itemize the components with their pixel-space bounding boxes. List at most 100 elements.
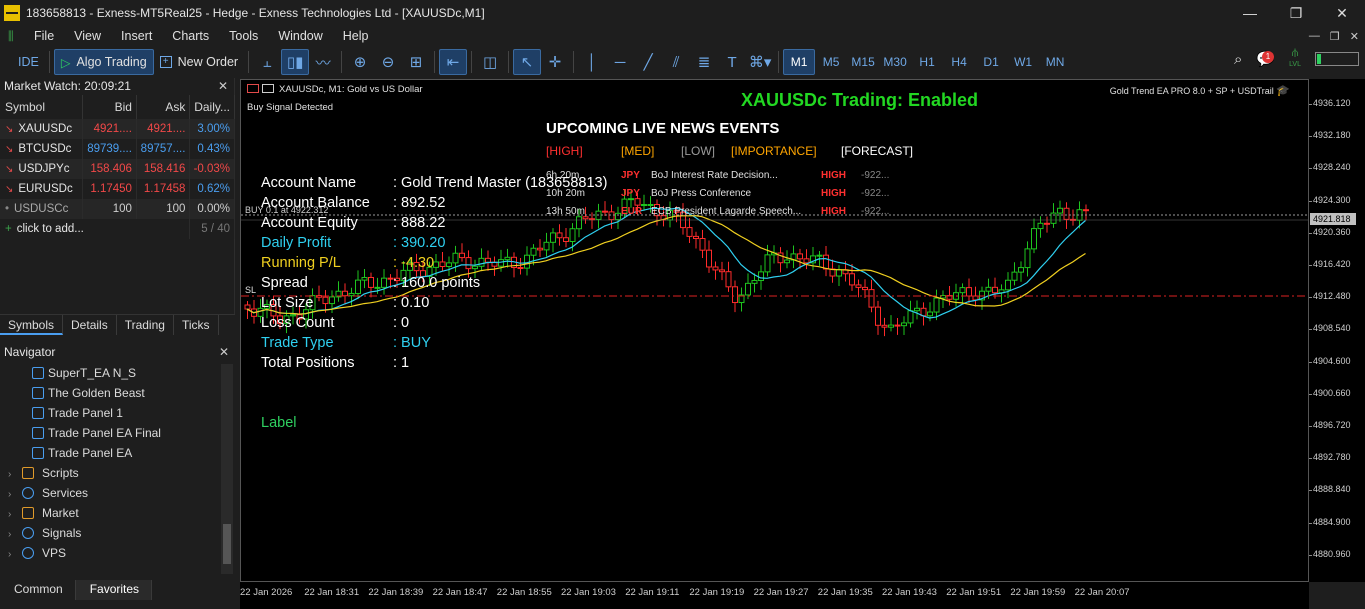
- table-row[interactable]: ↘ USDJPYc 158.406 158.416 -0.03%: [0, 159, 235, 179]
- crosshair-icon[interactable]: ✛: [541, 49, 569, 75]
- time-axis[interactable]: 22 Jan 2026 22 Jan 18:31 22 Jan 18:39 22 Ja…: [240, 582, 1309, 609]
- column-symbol[interactable]: Symbol: [0, 95, 84, 119]
- column-bid[interactable]: Bid: [82, 95, 137, 119]
- table-row[interactable]: ↘ BTCUSDc 89739.... 89757.... 0.43%: [0, 139, 235, 159]
- play-icon: ▷: [60, 55, 71, 70]
- chart-title: XAUUSDc, M1: Gold vs US Dollar: [247, 84, 423, 95]
- nav-item-supert-ea[interactable]: SuperT_EA N_S: [0, 363, 235, 383]
- price-tick-label: 4884.900: [1309, 516, 1351, 527]
- algo-trading-button[interactable]: ▷ Algo Trading: [53, 49, 154, 75]
- menu-view[interactable]: View: [64, 29, 111, 43]
- candle-body: [459, 252, 465, 259]
- chevron-right-icon[interactable]: ›: [8, 485, 22, 505]
- nav-item-golden-beast[interactable]: The Golden Beast: [0, 383, 235, 403]
- mdi-close-icon[interactable]: ✕: [1350, 30, 1359, 43]
- timeframe-w1[interactable]: W1: [1007, 49, 1039, 75]
- chart-window[interactable]: XAUUSDc, M1: Gold vs US Dollar Buy Signa…: [240, 79, 1309, 582]
- nav-item-trade-panel-ea-final[interactable]: Trade Panel EA Final: [0, 423, 235, 443]
- trendline-icon[interactable]: ╱: [634, 49, 662, 75]
- minimize-button[interactable]: —: [1227, 0, 1273, 26]
- account-field-label: Lot Size: [261, 295, 314, 311]
- price-axis[interactable]: 4936.120 4932.180 4928.240 4924.300 4920.360…: [1309, 79, 1365, 582]
- search-icon[interactable]: ⌕: [1234, 51, 1242, 68]
- chart-shift-icon[interactable]: ⇤: [439, 49, 468, 75]
- time-tick-label: 22 Jan 19:51: [946, 587, 1002, 598]
- new-order-button[interactable]: + New Order: [154, 49, 244, 75]
- candle-body: [1083, 209, 1089, 212]
- menu-tools[interactable]: Tools: [219, 29, 268, 43]
- chevron-right-icon[interactable]: ›: [8, 525, 22, 545]
- connection-status-icon[interactable]: [1315, 52, 1359, 66]
- candlestick-chart-icon[interactable]: ▯▮: [281, 49, 310, 75]
- zoom-out-icon[interactable]: ⊖: [374, 49, 402, 75]
- down-arrow-icon: ↘: [5, 144, 14, 155]
- candle-body: [550, 232, 556, 243]
- shapes-icon[interactable]: ⌘▾: [746, 49, 774, 75]
- nav-item-vps[interactable]: › VPS: [0, 543, 235, 563]
- tab-favorites[interactable]: Favorites: [75, 580, 153, 600]
- timeframe-h4[interactable]: H4: [943, 49, 975, 75]
- ide-button[interactable]: IDE: [12, 49, 45, 75]
- tab-trading[interactable]: Trading: [117, 315, 174, 335]
- mdi-restore-icon[interactable]: ❐: [1330, 30, 1340, 43]
- channel-icon[interactable]: ⫽: [662, 49, 690, 75]
- candle-body: [758, 271, 764, 282]
- timeframe-mn[interactable]: MN: [1039, 49, 1071, 75]
- column-daily[interactable]: Daily...: [189, 95, 235, 119]
- navigator-scrollbar[interactable]: [221, 364, 233, 574]
- menu-file[interactable]: File: [24, 29, 64, 43]
- cursor-icon[interactable]: ↖: [513, 49, 542, 75]
- candle-body: [368, 276, 374, 288]
- click-to-add-row[interactable]: + click to add... 5 / 40: [0, 219, 235, 239]
- screenshot-icon[interactable]: ◫: [476, 49, 504, 75]
- chevron-right-icon[interactable]: ›: [8, 505, 22, 525]
- timeframe-m1[interactable]: M1: [783, 49, 816, 75]
- chart-window-icon: [247, 84, 259, 93]
- tab-details[interactable]: Details: [63, 315, 117, 335]
- candle-body: [901, 322, 907, 327]
- chevron-right-icon[interactable]: ›: [8, 545, 22, 565]
- timeframe-m5[interactable]: M5: [815, 49, 847, 75]
- menu-insert[interactable]: Insert: [111, 29, 162, 43]
- legend-low: [LOW]: [681, 144, 716, 158]
- tab-symbols[interactable]: Symbols: [0, 315, 64, 335]
- close-button[interactable]: ✕: [1319, 0, 1365, 26]
- maximize-button[interactable]: ❐: [1273, 0, 1319, 26]
- bar-chart-icon[interactable]: ⫠: [253, 49, 281, 75]
- horizontal-line-icon[interactable]: ─: [606, 49, 634, 75]
- chevron-right-icon[interactable]: ›: [8, 465, 22, 485]
- timeframe-m15[interactable]: M15: [847, 49, 879, 75]
- candle-body: [602, 210, 608, 213]
- tab-common[interactable]: Common: [0, 580, 76, 600]
- zoom-in-icon[interactable]: ⊕: [346, 49, 374, 75]
- close-navigator-icon[interactable]: ✕: [219, 344, 229, 361]
- menu-help[interactable]: Help: [333, 29, 379, 43]
- tab-ticks[interactable]: Ticks: [174, 315, 219, 335]
- nav-item-signals[interactable]: › Signals: [0, 523, 235, 543]
- signal-strength-icon[interactable]: ⫛ LVL: [1289, 48, 1301, 70]
- close-market-watch-icon[interactable]: ✕: [218, 78, 228, 95]
- candle-body: [465, 257, 472, 270]
- timeframe-h1[interactable]: H1: [911, 49, 943, 75]
- column-ask[interactable]: Ask: [136, 95, 191, 119]
- menu-window[interactable]: Window: [268, 29, 332, 43]
- nav-item-market[interactable]: › Market: [0, 503, 235, 523]
- timeframe-m30[interactable]: M30: [879, 49, 911, 75]
- fibonacci-icon[interactable]: ≣: [690, 49, 718, 75]
- line-chart-icon[interactable]: 〰: [309, 49, 337, 75]
- account-field-label: Total Positions: [261, 355, 355, 371]
- title-bar: 183658813 - Exness-MT5Real25 - Hedge - E…: [0, 0, 1365, 26]
- nav-item-scripts[interactable]: › Scripts: [0, 463, 235, 483]
- nav-item-trade-panel-1[interactable]: Trade Panel 1: [0, 403, 235, 423]
- table-row[interactable]: ↘ EURUSDc 1.17450 1.17458 0.62%: [0, 179, 235, 199]
- menu-charts[interactable]: Charts: [162, 29, 219, 43]
- nav-item-services[interactable]: › Services: [0, 483, 235, 503]
- timeframe-d1[interactable]: D1: [975, 49, 1007, 75]
- tile-windows-icon[interactable]: ⊞: [402, 49, 430, 75]
- table-row[interactable]: ↘ XAUUSDc 4921.... 4921.... 3.00%: [0, 119, 235, 139]
- mdi-minimize-icon[interactable]: —: [1309, 30, 1320, 42]
- vertical-line-icon[interactable]: │: [578, 49, 606, 75]
- text-tool-icon[interactable]: T: [718, 49, 746, 75]
- nav-item-trade-panel-ea[interactable]: Trade Panel EA: [0, 443, 235, 463]
- table-row[interactable]: • USDUSCc 100 100 0.00%: [0, 199, 235, 219]
